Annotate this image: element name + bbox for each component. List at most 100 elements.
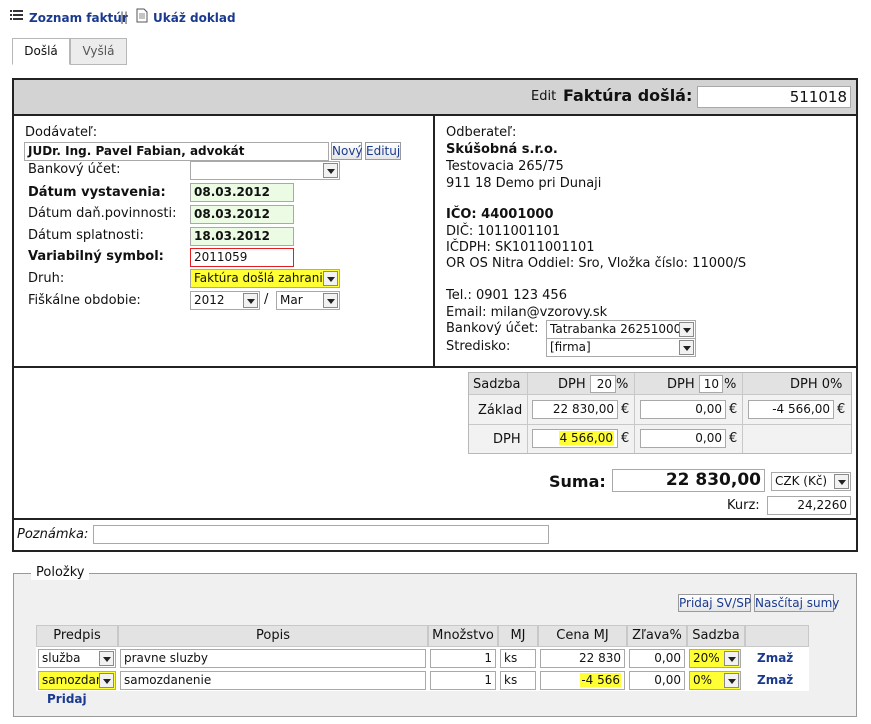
new-supplier-button[interactable]: Nový <box>331 142 363 160</box>
add-sv-sp-button[interactable]: Pridaj SV/SP <box>678 594 751 612</box>
show-document-link[interactable]: Ukáž doklad <box>153 11 236 25</box>
customer-bank-select[interactable]: Tatrabanka 2625100001 <box>546 320 696 339</box>
vat-header-1: DPH <box>558 377 586 392</box>
tab-vysla[interactable]: Vyšlá <box>70 38 127 65</box>
col-cena: Cena MJ <box>538 625 627 647</box>
items-legend: Položky <box>31 565 90 580</box>
vat-rate-header: Sadzba <box>473 377 521 392</box>
vat-base-2-field[interactable]: 0,00 <box>640 400 726 419</box>
vat-tax-label: DPH <box>493 432 521 447</box>
customer-register: OR OS Nitra Oddiel: Sro, Vložka číslo: 1… <box>446 256 747 271</box>
row2-mnozstvo-field[interactable]: 1 <box>430 671 496 690</box>
col-action <box>745 625 809 647</box>
row2-popis-field[interactable]: samozdanenie <box>120 671 426 690</box>
issue-date-label: Dátum vystavenia: <box>28 185 166 200</box>
col-mj: MJ <box>498 625 538 647</box>
row1-mnozstvo-field[interactable]: 1 <box>430 649 496 668</box>
vat-rate-1-field[interactable]: 20 <box>590 375 616 393</box>
fiscal-period-label: Fiškálne obdobie: <box>28 293 141 308</box>
edit-supplier-button[interactable]: Edituj <box>365 142 401 160</box>
rate-field[interactable]: 24,2260 <box>767 496 851 515</box>
col-predpis: Predpis <box>36 625 118 647</box>
vat-header-2: DPH <box>667 377 695 392</box>
bank-account-select[interactable] <box>190 161 340 180</box>
customer-label: Odberateľ: <box>446 125 517 140</box>
customer-ico: IČO: 44001000 <box>446 207 554 222</box>
bank-account-label: Bankový účet: <box>28 162 121 177</box>
col-mnozstvo: Množstvo <box>428 625 498 647</box>
row1-zlava-field[interactable]: 0,00 <box>629 649 685 668</box>
row1-mj-field[interactable]: ks <box>500 649 536 668</box>
tax-date-label: Dátum daň.povinnosti: <box>28 206 177 221</box>
sum-field[interactable]: 22 830,00 <box>612 469 765 492</box>
vat-tax-2-field[interactable]: 0,00 <box>640 429 726 448</box>
col-popis: Popis <box>118 625 428 647</box>
col-zlava: Zľava% <box>627 625 687 647</box>
row1-popis-field[interactable]: pravne sluzby <box>120 649 426 668</box>
chevron-down-icon <box>323 163 338 178</box>
row2-mj-field[interactable]: ks <box>500 671 536 690</box>
supplier-name-field[interactable]: JUDr. Ing. Pavel Fabian, advokát <box>24 142 329 161</box>
chevron-down-icon <box>99 651 114 666</box>
col-sadzba: Sadzba <box>687 625 745 647</box>
row2-sadzba-select[interactable]: 0% <box>689 671 741 690</box>
vat-pct-2: % <box>724 377 737 392</box>
chevron-down-icon <box>679 340 694 355</box>
row1-cena-field[interactable]: 22 830 <box>540 649 625 668</box>
vat-tax-1-field[interactable]: 4 566,00 <box>532 429 618 448</box>
sum-label: Suma: <box>549 472 606 491</box>
rate-label: Kurz: <box>727 498 760 513</box>
chevron-down-icon <box>679 322 694 337</box>
row1-sadzba-select[interactable]: 20% <box>689 649 741 668</box>
row2-zlava-field[interactable]: 0,00 <box>629 671 685 690</box>
due-date-field[interactable]: 18.03.2012 <box>190 227 294 246</box>
note-field[interactable] <box>93 525 549 544</box>
currency-select[interactable]: CZK (Kč) <box>771 472 851 491</box>
list-icon <box>10 9 23 26</box>
row2-predpis-select[interactable]: samozdanenie <box>38 671 116 690</box>
vat-base-label: Základ <box>478 403 523 418</box>
tax-date-field[interactable]: 08.03.2012 <box>190 205 294 224</box>
row1-predpis-select[interactable]: služba <box>38 649 116 668</box>
invoice-number-field[interactable]: 511018 <box>697 86 851 108</box>
euro-3: € <box>621 431 630 446</box>
euro-4: € <box>729 431 738 446</box>
nav-separator: || <box>120 10 129 24</box>
vat-header-0: DPH 0% <box>790 377 843 392</box>
customer-name: Skúšobná s.r.o. <box>446 142 558 157</box>
vat-pct-1: % <box>616 377 629 392</box>
variable-symbol-field[interactable]: 2011059 <box>190 248 294 267</box>
row1-delete-link[interactable]: Zmaž <box>757 651 793 665</box>
fiscal-month-select[interactable]: Mar <box>276 291 340 310</box>
page-title: Faktúra došlá: <box>563 86 693 105</box>
customer-tel: Tel.: 0901 123 456 <box>446 288 567 303</box>
variable-symbol-label: Variabilný symbol: <box>28 249 164 264</box>
customer-city: 911 18 Demo pri Dunaji <box>446 176 602 191</box>
vat-base-0-field[interactable]: -4 566,00 <box>748 400 834 419</box>
cost-center-select[interactable]: [firma] <box>546 338 696 357</box>
chevron-down-icon <box>834 474 849 489</box>
supplier-label: Dodávateľ: <box>25 125 98 140</box>
type-select[interactable]: Faktúra došlá zahraničná <box>190 269 340 288</box>
chevron-down-icon <box>243 293 258 308</box>
euro-2: € <box>729 402 738 417</box>
chevron-down-icon <box>99 673 114 688</box>
note-label: Poznámka: <box>17 527 89 542</box>
fiscal-year-select[interactable]: 2012 <box>190 291 260 310</box>
tab-dosla[interactable]: Došlá <box>12 38 70 65</box>
invoice-list-link[interactable]: Zoznam faktúr <box>29 11 128 25</box>
sum-items-button[interactable]: Nasčítaj sumy <box>754 594 839 612</box>
due-date-label: Dátum splatnosti: <box>28 228 144 243</box>
row2-cena-field[interactable]: -4 566 <box>540 671 625 690</box>
issue-date-field[interactable]: 08.03.2012 <box>190 183 294 202</box>
customer-email: Email: milan@vzorovy.sk <box>446 305 608 320</box>
vat-base-1-field[interactable]: 22 830,00 <box>532 400 618 419</box>
vat-rate-2-field[interactable]: 10 <box>699 375 723 393</box>
customer-icdph: IČDPH: SK1011001101 <box>446 240 595 255</box>
edit-label: Edit <box>531 89 557 104</box>
document-icon <box>136 8 148 27</box>
euro-1: € <box>621 402 630 417</box>
row2-delete-link[interactable]: Zmaž <box>757 673 793 687</box>
add-item-link[interactable]: Pridaj <box>47 692 87 706</box>
chevron-down-icon <box>323 293 338 308</box>
